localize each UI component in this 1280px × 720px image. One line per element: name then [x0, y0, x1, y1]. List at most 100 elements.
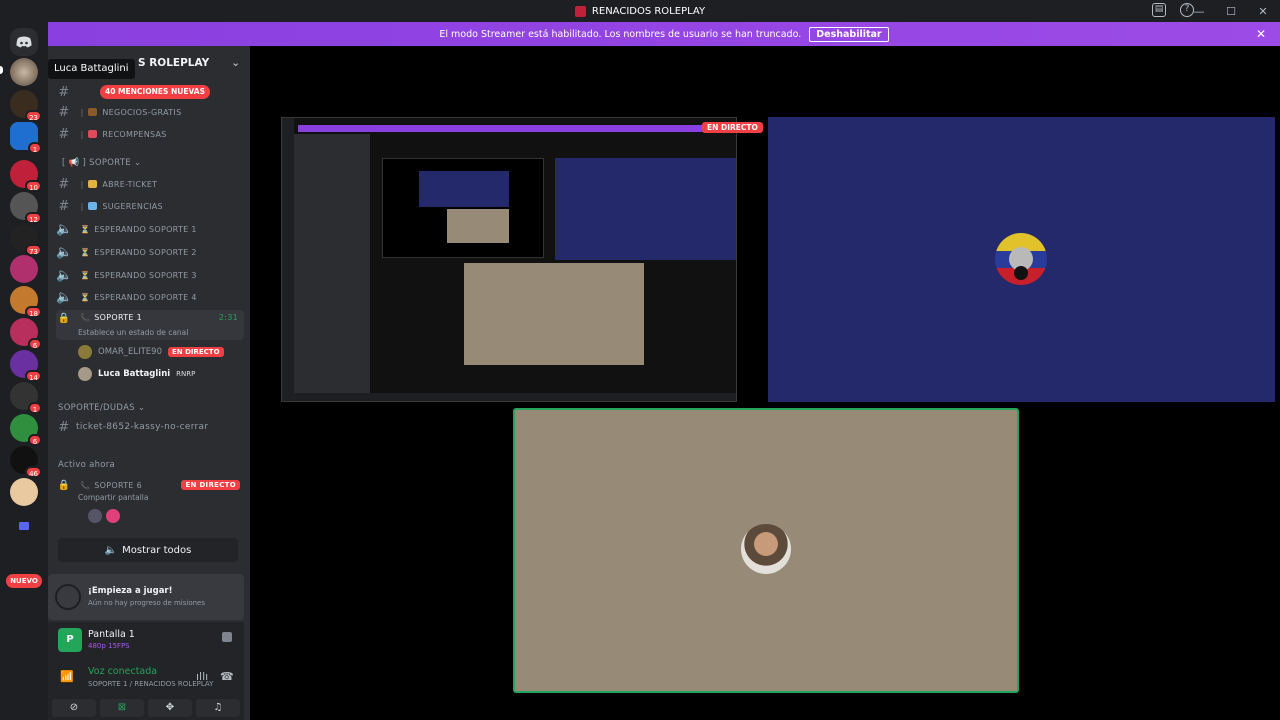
voice-connected-label[interactable]: Voz conectada — [88, 666, 157, 677]
maximize-button[interactable]: ☐ — [1222, 5, 1240, 18]
streamer-mode-banner: El modo Streamer está habilitado. Los no… — [48, 22, 1280, 46]
hash-icon: # — [58, 104, 70, 120]
signal-icon[interactable]: 📶 — [60, 670, 74, 683]
channel-negocios-gratis[interactable]: # ‖ NEGOCIOS-GRATIS — [56, 102, 244, 122]
hash-icon: # — [58, 126, 70, 142]
server-icon[interactable]: 18 — [10, 286, 42, 318]
server-icon-avatar[interactable] — [10, 58, 38, 86]
server-icon[interactable]: 6 — [10, 414, 42, 446]
briefcase-icon — [88, 108, 98, 116]
voice-channel-esperando-1[interactable]: 🔈 ⏳ ESPERANDO SOPORTE 1 — [56, 219, 244, 239]
user-avatar — [741, 524, 791, 574]
server-icon[interactable]: 10 — [10, 160, 42, 192]
server-icon[interactable]: 14 — [10, 350, 42, 382]
close-window-button[interactable]: ✕ — [1254, 5, 1272, 18]
call-timer: 2:31 — [218, 313, 238, 322]
server-indicator — [0, 66, 3, 74]
server-icon[interactable]: 12 — [10, 192, 42, 224]
nested-sidebar — [294, 134, 370, 394]
nested-server-list — [282, 118, 294, 401]
progress-ring-icon — [55, 584, 81, 610]
participant-camera-tile[interactable] — [513, 408, 1019, 693]
stream-quality: 480p 15FPS — [88, 642, 130, 650]
nested-screen — [382, 158, 544, 258]
live-badge: EN DIRECTO — [181, 480, 240, 490]
stream-title: Pantalla 1 — [88, 629, 135, 640]
screen-share-tile[interactable] — [281, 117, 737, 402]
nested-banner — [298, 125, 708, 132]
stream-panel: P Pantalla 1 480p 15FPS 📶 Voz conectada … — [48, 622, 244, 720]
category-soporte[interactable]: [ 📢 ] SOPORTE ⌄ — [62, 158, 141, 168]
disconnect-icon[interactable]: ☎ — [220, 670, 234, 683]
participant-tile[interactable] — [768, 117, 1275, 402]
voice-channel-esperando-2[interactable]: 🔈 ⏳ ESPERANDO SOPORTE 2 — [56, 242, 244, 262]
voice-user[interactable]: OMAR_ELITE90 EN DIRECTO — [78, 343, 224, 361]
camera-off-icon[interactable]: ⊘ — [52, 699, 96, 717]
voice-channel-path: SOPORTE 1 / RENACIDOS ROLEPLAY — [88, 680, 214, 688]
hash-icon: # — [58, 419, 70, 435]
server-icon[interactable]: 23 — [10, 90, 42, 122]
voice-user[interactable]: Luca Battaglini RNRP — [78, 365, 195, 383]
channel-status[interactable]: Establece un estado de canal — [78, 328, 188, 337]
channel-ticket[interactable]: # ticket-8652-kassy-no-cerrar — [56, 417, 244, 437]
nested-flag-tile — [555, 158, 736, 260]
screen-share-icon[interactable]: ⊠ — [100, 699, 144, 717]
avatar — [88, 509, 102, 523]
avatar — [78, 345, 92, 359]
speaker-icon: 🔈 — [56, 267, 73, 283]
server-icon[interactable]: 6 — [10, 318, 42, 350]
folder-icon[interactable] — [10, 512, 38, 540]
minimize-button[interactable]: — — [1190, 5, 1208, 18]
lock-icon: 🔒 — [57, 479, 71, 491]
new-badge: NUEVO — [6, 574, 42, 588]
hash-icon: # — [58, 176, 70, 192]
speaker-icon: 🔈 — [56, 221, 73, 237]
server-icon[interactable]: 46 — [10, 446, 42, 478]
stop-stream-icon[interactable] — [222, 632, 232, 642]
server-icon[interactable] — [10, 478, 38, 506]
voice-channel-soporte-6[interactable]: 🔒 📞 SOPORTE 6 EN DIRECTO — [56, 475, 244, 495]
quest-card[interactable]: ¡Empieza a jugar! Aún no hay progreso de… — [48, 574, 244, 620]
voice-channel-esperando-4[interactable]: 🔈 ⏳ ESPERANDO SOPORTE 4 — [56, 287, 244, 307]
active-now-label: Activo ahora — [58, 460, 116, 470]
server-list: 23 1 10 12 73 18 6 14 1 6 46 NUEVO — [0, 22, 48, 720]
inbox-icon[interactable]: ▤ — [1152, 3, 1166, 17]
lock-icon: 🔒 — [57, 313, 71, 324]
category-soporte-dudas[interactable]: SOPORTE/DUDAS ⌄ — [58, 403, 145, 413]
server-icon[interactable]: 1 — [10, 382, 42, 414]
server-icon[interactable]: 1 — [10, 122, 42, 154]
live-badge: EN DIRECTO — [168, 347, 224, 357]
app-logo-icon — [574, 5, 586, 17]
avatar — [106, 509, 120, 523]
show-all-button[interactable]: 🔈 Mostrar todos — [58, 538, 238, 562]
rocket-icon — [88, 130, 98, 138]
megaphone-icon: [ 📢 ] — [62, 158, 87, 168]
avatar — [78, 367, 92, 381]
hash-icon: # — [58, 84, 70, 100]
soundboard-icon[interactable]: ♫ — [196, 699, 240, 717]
chevron-down-icon: ⌄ — [231, 57, 240, 69]
activities-icon[interactable]: ✥ — [148, 699, 192, 717]
discord-home-icon[interactable] — [10, 28, 38, 56]
noise-suppression-icon[interactable]: ıllı — [196, 670, 208, 683]
channel-recompensas[interactable]: # ‖ RECOMPENSAS — [56, 124, 244, 144]
stream-app-icon: P — [58, 628, 82, 652]
channel-activity: Compartir pantalla — [78, 493, 149, 502]
speaker-icon: 🔈 — [104, 544, 118, 556]
speaker-icon: 🔈 — [56, 289, 73, 305]
channel-sugerencias[interactable]: # ‖ SUGERENCIAS — [56, 196, 244, 216]
new-mentions-pill[interactable]: 40 MENCIONES NUEVAS — [100, 85, 210, 99]
server-name: S ROLEPLAY — [138, 57, 210, 69]
title-bar: RENACIDOS ROLEPLAY ▤ ? — ☐ ✕ — [0, 0, 1280, 22]
hash-icon: # — [58, 198, 70, 214]
live-badge: EN DIRECTO — [702, 122, 763, 133]
server-icon[interactable]: 73 — [10, 224, 42, 256]
venezuela-flag-avatar — [995, 233, 1047, 285]
close-icon[interactable]: ✕ — [1256, 27, 1266, 41]
disable-streamer-button[interactable]: Deshabilitar — [809, 26, 889, 42]
nested-taskbar — [282, 393, 736, 401]
server-icon[interactable] — [10, 255, 38, 283]
nested-cam-tile — [464, 263, 644, 365]
channel-abre-ticket[interactable]: # ‖ ABRE-TICKET — [56, 174, 244, 194]
voice-channel-esperando-3[interactable]: 🔈 ⏳ ESPERANDO SOPORTE 3 — [56, 265, 244, 285]
